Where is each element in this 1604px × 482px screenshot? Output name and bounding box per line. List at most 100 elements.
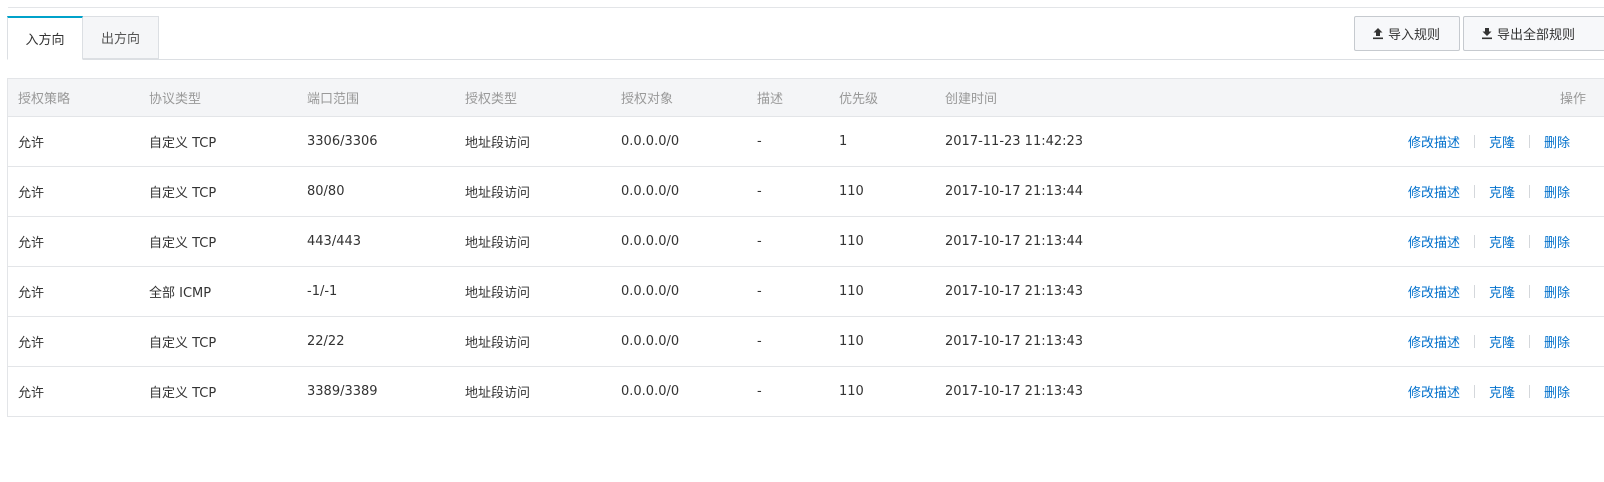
import-rules-label: 导入规则 — [1388, 28, 1441, 43]
export-all-rules-button[interactable]: 导出全部规则 — [1463, 16, 1604, 51]
table-header: 授权策略 协议类型 端口范围 授权类型 授权对象 描述 优先级 创建时间 操作 — [8, 79, 1604, 117]
cell-auth-type: 地址段访问 — [465, 336, 531, 351]
edit-description-link[interactable]: 修改描述 — [1408, 332, 1460, 351]
cell-protocol: 自定义 TCP — [149, 386, 217, 401]
tab-outbound-label: 出方向 — [100, 32, 140, 47]
table-row: 允许 全部 ICMP -1/-1 地址段访问 0.0.0.0/0 - 110 2… — [8, 267, 1604, 317]
cell-auth-type: 地址段访问 — [465, 386, 531, 401]
cell-auth-object: 0.0.0.0/0 — [621, 234, 680, 249]
clone-link[interactable]: 克隆 — [1489, 282, 1515, 301]
cell-policy: 允许 — [18, 236, 45, 251]
delete-link[interactable]: 删除 — [1544, 232, 1570, 251]
header-description: 描述 — [757, 92, 784, 107]
cell-auth-object: 0.0.0.0/0 — [621, 334, 680, 349]
cell-auth-type: 地址段访问 — [465, 236, 531, 251]
action-divider — [1474, 335, 1476, 348]
cell-protocol: 自定义 TCP — [149, 236, 217, 251]
row-actions: 修改描述 克隆 删除 — [1408, 217, 1570, 266]
action-divider — [1474, 285, 1476, 298]
cell-created-time: 2017-10-17 21:13:43 — [945, 284, 1084, 299]
cell-protocol: 全部 ICMP — [149, 286, 212, 301]
delete-link[interactable]: 删除 — [1544, 282, 1570, 301]
download-icon — [1482, 28, 1492, 40]
delete-link[interactable]: 删除 — [1544, 332, 1570, 351]
action-divider — [1529, 285, 1531, 298]
header-actions: 操作 — [1560, 92, 1587, 107]
top-divider — [8, 7, 1604, 8]
edit-description-link[interactable]: 修改描述 — [1408, 232, 1460, 251]
tab-outbound[interactable]: 出方向 — [83, 16, 159, 59]
tab-inbound-label: 入方向 — [25, 33, 65, 48]
row-actions: 修改描述 克隆 删除 — [1408, 117, 1570, 166]
cell-priority: 110 — [839, 184, 864, 199]
cell-policy: 允许 — [18, 186, 45, 201]
delete-link[interactable]: 删除 — [1544, 182, 1570, 201]
cell-protocol: 自定义 TCP — [149, 136, 217, 151]
cell-policy: 允许 — [18, 136, 45, 151]
table-row: 允许 自定义 TCP 80/80 地址段访问 0.0.0.0/0 - 110 2… — [8, 167, 1604, 217]
action-divider — [1529, 385, 1531, 398]
cell-auth-type: 地址段访问 — [465, 286, 531, 301]
edit-description-link[interactable]: 修改描述 — [1408, 382, 1460, 401]
delete-link[interactable]: 删除 — [1544, 382, 1570, 401]
tab-divider — [8, 59, 1604, 60]
cell-port-range: 22/22 — [307, 334, 345, 349]
cell-priority: 110 — [839, 284, 864, 299]
header-auth-object: 授权对象 — [621, 92, 674, 107]
cell-description: - — [757, 334, 762, 349]
export-all-rules-label: 导出全部规则 — [1497, 28, 1576, 43]
edit-description-link[interactable]: 修改描述 — [1408, 182, 1460, 201]
table-row: 允许 自定义 TCP 3389/3389 地址段访问 0.0.0.0/0 - 1… — [8, 367, 1604, 416]
cell-policy: 允许 — [18, 336, 45, 351]
cell-created-time: 2017-10-17 21:13:44 — [945, 184, 1084, 199]
cell-port-range: 443/443 — [307, 234, 362, 249]
cell-created-time: 2017-10-17 21:13:43 — [945, 334, 1084, 349]
direction-tabs: 入方向 出方向 — [7, 16, 159, 60]
row-actions: 修改描述 克隆 删除 — [1408, 167, 1570, 216]
clone-link[interactable]: 克隆 — [1489, 382, 1515, 401]
cell-created-time: 2017-10-17 21:13:44 — [945, 234, 1084, 249]
cell-auth-type: 地址段访问 — [465, 186, 531, 201]
cell-auth-object: 0.0.0.0/0 — [621, 384, 680, 399]
action-divider — [1474, 235, 1476, 248]
cell-port-range: -1/-1 — [307, 284, 338, 299]
cell-created-time: 2017-10-17 21:13:43 — [945, 384, 1084, 399]
cell-port-range: 80/80 — [307, 184, 345, 199]
action-divider — [1529, 185, 1531, 198]
cell-port-range: 3389/3389 — [307, 384, 378, 399]
cell-priority: 110 — [839, 234, 864, 249]
row-actions: 修改描述 克隆 删除 — [1408, 317, 1570, 366]
header-port-range: 端口范围 — [307, 92, 360, 107]
edit-description-link[interactable]: 修改描述 — [1408, 282, 1460, 301]
header-priority: 优先级 — [839, 92, 879, 107]
cell-priority: 110 — [839, 384, 864, 399]
import-rules-button[interactable]: 导入规则 — [1354, 16, 1460, 51]
clone-link[interactable]: 克隆 — [1489, 232, 1515, 251]
edit-description-link[interactable]: 修改描述 — [1408, 132, 1460, 151]
clone-link[interactable]: 克隆 — [1489, 132, 1515, 151]
table-row: 允许 自定义 TCP 443/443 地址段访问 0.0.0.0/0 - 110… — [8, 217, 1604, 267]
security-group-rules-page: 入方向 出方向 导入规则 导出全部规则 授权策略 协议类型 端口范围 授权类型 … — [0, 0, 1604, 482]
cell-policy: 允许 — [18, 386, 45, 401]
upload-icon — [1373, 28, 1383, 40]
cell-priority: 1 — [839, 134, 848, 149]
header-protocol: 协议类型 — [149, 92, 202, 107]
cell-description: - — [757, 134, 762, 149]
delete-link[interactable]: 删除 — [1544, 132, 1570, 151]
clone-link[interactable]: 克隆 — [1489, 332, 1515, 351]
table-row: 允许 自定义 TCP 3306/3306 地址段访问 0.0.0.0/0 - 1… — [8, 117, 1604, 167]
cell-auth-type: 地址段访问 — [465, 136, 531, 151]
cell-protocol: 自定义 TCP — [149, 336, 217, 351]
cell-policy: 允许 — [18, 286, 45, 301]
cell-auth-object: 0.0.0.0/0 — [621, 284, 680, 299]
header-policy: 授权策略 — [18, 92, 71, 107]
action-divider — [1529, 335, 1531, 348]
cell-port-range: 3306/3306 — [307, 134, 378, 149]
action-divider — [1529, 135, 1531, 148]
action-divider — [1474, 385, 1476, 398]
clone-link[interactable]: 克隆 — [1489, 182, 1515, 201]
tab-inbound[interactable]: 入方向 — [7, 16, 83, 60]
action-divider — [1474, 185, 1476, 198]
cell-created-time: 2017-11-23 11:42:23 — [945, 134, 1084, 149]
cell-protocol: 自定义 TCP — [149, 186, 217, 201]
